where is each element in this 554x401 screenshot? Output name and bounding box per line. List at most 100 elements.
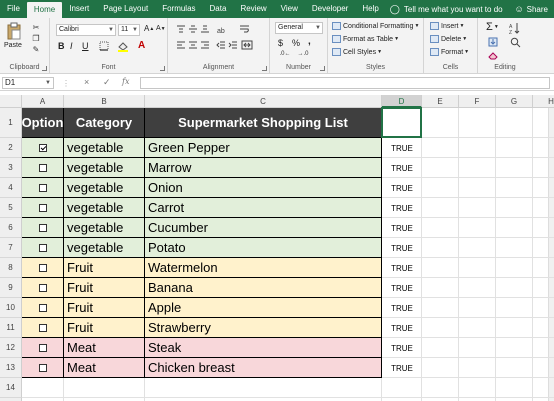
row-header[interactable]: 1 (0, 108, 22, 138)
shopping-item-cell[interactable]: Potato (145, 238, 382, 258)
number-format-select[interactable]: General ▼ (275, 22, 323, 34)
linked-value-cell[interactable]: TRUE (382, 258, 422, 278)
option-cell[interactable] (22, 298, 64, 318)
cut-icon[interactable]: ✂ (30, 22, 42, 32)
clear-icon[interactable] (486, 50, 500, 60)
linked-value-cell[interactable]: TRUE (382, 158, 422, 178)
row-header[interactable]: 2 (0, 138, 22, 158)
sort-filter-icon[interactable]: AZ (508, 22, 522, 34)
format-cells-button[interactable]: Format ▼ (430, 48, 469, 56)
tab-data[interactable]: Data (203, 0, 234, 18)
option-cell[interactable] (22, 198, 64, 218)
worksheet-grid[interactable]: ABCDEFGH123456789101112131415OptionCateg… (0, 95, 554, 401)
category-cell[interactable]: Meat (64, 338, 145, 358)
shrink-font-button[interactable]: A ▼ (156, 25, 166, 32)
row-header[interactable]: 5 (0, 198, 22, 218)
row-header[interactable]: 6 (0, 218, 22, 238)
comma-button[interactable]: , (308, 36, 311, 47)
category-cell[interactable]: Fruit (64, 258, 145, 278)
cell-styles-button[interactable]: Cell Styles ▼ (332, 48, 382, 56)
insert-function-icon[interactable]: fx (122, 77, 129, 86)
checkbox-icon[interactable] (38, 263, 47, 272)
category-cell[interactable]: Fruit (64, 278, 145, 298)
cancel-entry-icon[interactable]: × (84, 77, 89, 87)
number-launcher-icon[interactable] (320, 66, 325, 71)
checkbox-icon[interactable] (38, 243, 47, 252)
tab-help[interactable]: Help (355, 0, 385, 18)
linked-value-cell[interactable]: TRUE (382, 198, 422, 218)
row-header[interactable]: 11 (0, 318, 22, 338)
row-header[interactable]: 14 (0, 378, 22, 398)
format-as-table-button[interactable]: Format as Table ▼ (332, 35, 399, 43)
percent-button[interactable]: % (292, 38, 300, 48)
row-header[interactable]: 12 (0, 338, 22, 358)
linked-value-cell[interactable]: TRUE (382, 318, 422, 338)
checked-checkbox-icon[interactable] (38, 143, 47, 152)
format-painter-icon[interactable]: ✎ (30, 44, 42, 54)
align-left-icon[interactable] (176, 40, 186, 50)
option-cell[interactable] (22, 178, 64, 198)
option-cell[interactable] (22, 258, 64, 278)
linked-value-cell[interactable]: TRUE (382, 298, 422, 318)
linked-value-cell[interactable]: TRUE (382, 178, 422, 198)
shopping-item-cell[interactable]: Cucumber (145, 218, 382, 238)
wrap-text-icon[interactable] (238, 24, 250, 34)
shopping-item-cell[interactable]: Green Pepper (145, 138, 382, 158)
align-center-icon[interactable] (188, 40, 198, 50)
shopping-item-cell[interactable]: Chicken breast (145, 358, 382, 378)
row-header[interactable]: 4 (0, 178, 22, 198)
insert-cells-button[interactable]: Insert ▼ (430, 22, 464, 30)
tab-page-layout[interactable]: Page Layout (96, 0, 155, 18)
delete-cells-button[interactable]: Delete ▼ (430, 35, 467, 43)
option-cell[interactable] (22, 158, 64, 178)
option-header[interactable]: Option (22, 108, 64, 138)
shopping-item-cell[interactable]: Apple (145, 298, 382, 318)
column-header-f[interactable]: F (459, 95, 496, 108)
shopping-item-cell[interactable]: Onion (145, 178, 382, 198)
shopping-item-cell[interactable]: Strawberry (145, 318, 382, 338)
alignment-launcher-icon[interactable] (262, 66, 267, 71)
select-all-button[interactable] (0, 95, 22, 108)
increase-indent-icon[interactable] (228, 40, 238, 50)
row-header[interactable]: 9 (0, 278, 22, 298)
category-cell[interactable]: vegetable (64, 198, 145, 218)
option-cell[interactable] (22, 338, 64, 358)
checkbox-icon[interactable] (38, 283, 47, 292)
option-cell[interactable] (22, 318, 64, 338)
linked-value-cell[interactable]: TRUE (382, 338, 422, 358)
top-align-icon[interactable] (176, 24, 186, 34)
category-cell[interactable]: vegetable (64, 138, 145, 158)
column-header-c[interactable]: C (145, 95, 382, 108)
underline-button[interactable]: U (82, 41, 89, 51)
tab-file[interactable]: File (0, 0, 27, 18)
option-cell[interactable] (22, 218, 64, 238)
column-header-b[interactable]: B (64, 95, 145, 108)
tell-me-box[interactable]: ◯ Tell me what you want to do (390, 4, 503, 15)
column-header-g[interactable]: G (496, 95, 533, 108)
linked-value-cell[interactable]: TRUE (382, 358, 422, 378)
fill-color-icon[interactable] (116, 41, 130, 52)
category-cell[interactable]: Fruit (64, 318, 145, 338)
shopping-item-cell[interactable]: Watermelon (145, 258, 382, 278)
tab-formulas[interactable]: Formulas (155, 0, 202, 18)
active-cell-d1[interactable] (381, 107, 422, 138)
grow-font-button[interactable]: A ▲ (144, 24, 154, 33)
checkbox-icon[interactable] (38, 343, 47, 352)
bottom-align-icon[interactable] (200, 24, 210, 34)
checkbox-icon[interactable] (38, 303, 47, 312)
column-header-a[interactable]: A (22, 95, 64, 108)
font-color-icon[interactable]: A (138, 40, 145, 51)
option-cell[interactable] (22, 238, 64, 258)
middle-align-icon[interactable] (188, 24, 198, 34)
name-box[interactable]: D1 ▼ (2, 77, 54, 89)
linked-value-cell[interactable]: TRUE (382, 138, 422, 158)
option-cell[interactable] (22, 138, 64, 158)
tab-view[interactable]: View (274, 0, 305, 18)
borders-icon[interactable] (98, 41, 110, 51)
checkbox-icon[interactable] (38, 163, 47, 172)
font-launcher-icon[interactable] (160, 66, 165, 71)
row-header[interactable]: 3 (0, 158, 22, 178)
paste-button[interactable]: Paste (4, 42, 22, 49)
font-size-select[interactable]: 11 ▼ (118, 24, 140, 36)
category-cell[interactable]: vegetable (64, 238, 145, 258)
